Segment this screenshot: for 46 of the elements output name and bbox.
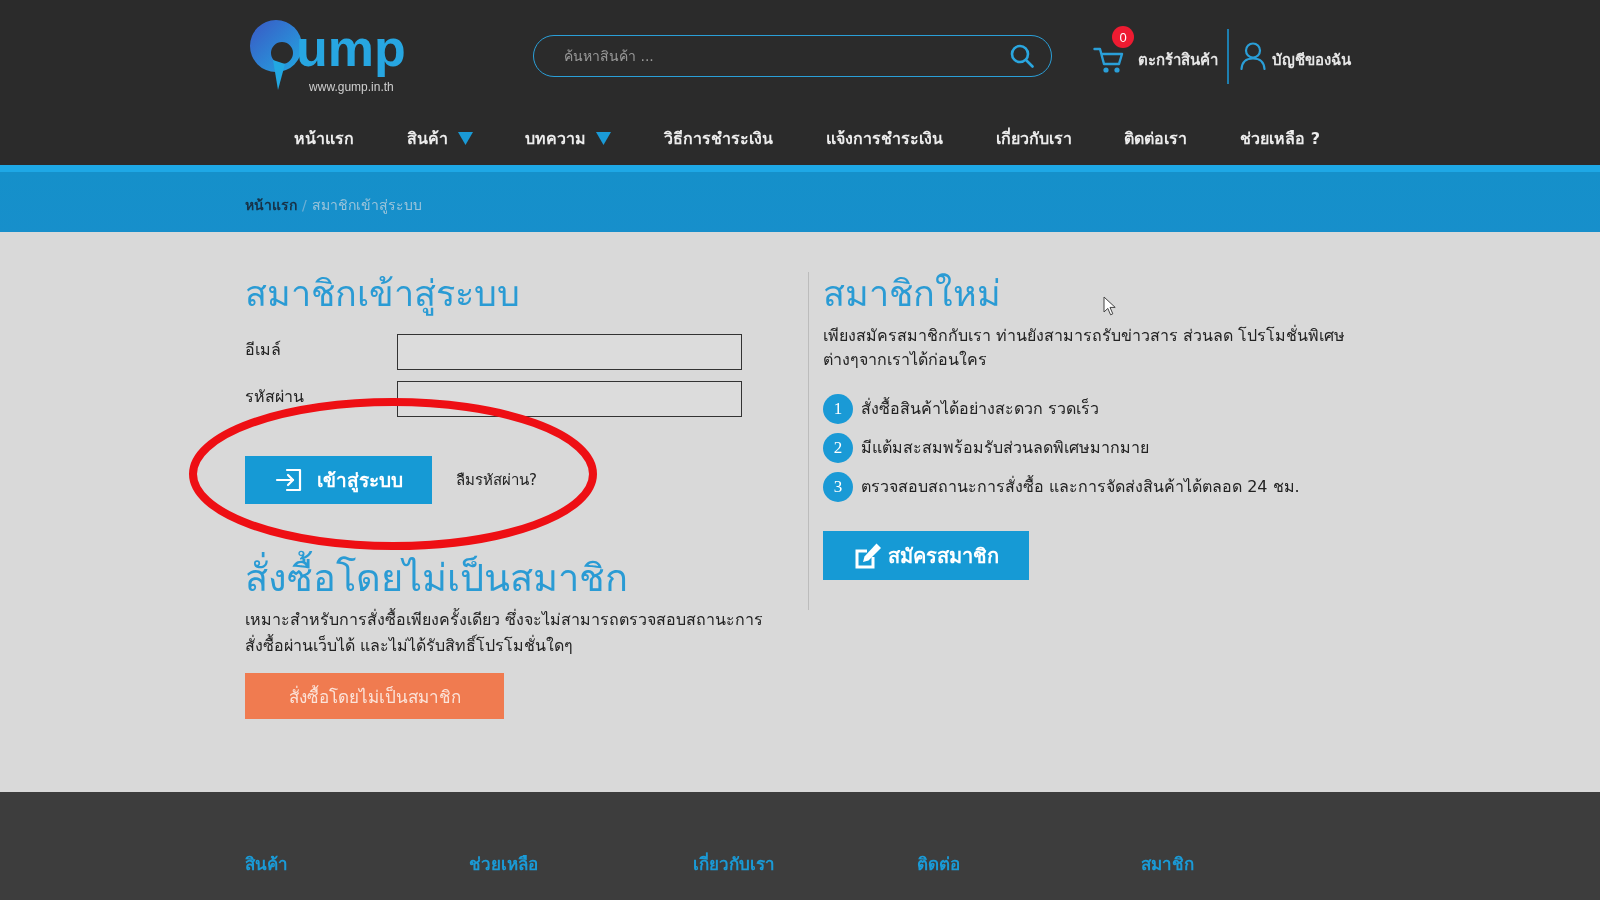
mouse-pointer-icon	[1103, 296, 1117, 316]
footer-heading: ติดต่อ	[917, 853, 960, 876]
nav-link[interactable]: หน้าแรก	[294, 126, 354, 151]
field-label: รหัสผ่าน	[245, 386, 305, 408]
footer-heading: เกี่ยวกับเรา	[693, 851, 775, 876]
guest-description: เหมาะสำหรับการสั่งซื้อเพียงครั้งเดียว ซึ่งจะไม่สามารถตรวจสอบสถานะการสั่งซื้อผ่านเว็บได้ และไม่ได้รับสิทธิ์โปรโมชั่นใดๆ	[245, 607, 765, 657]
nav-link[interactable]: แจ้งการชำระเงิน	[825, 126, 943, 151]
register-description: เพียงสมัครสมาชิกกับเรา ท่านยังสามารถรับข่าวสาร ส่วนลด โปรโมชั่นพิเศษต่างๆจากเราได้ก่อนใคร	[823, 324, 1347, 371]
footer-heading: สมาชิก	[1141, 853, 1194, 876]
cart-icon[interactable]	[1093, 46, 1125, 74]
breadcrumb-separator: /	[302, 196, 307, 213]
benefit-text: สั่งซื้อสินค้าได้อย่างสะดวก รวดเร็ว	[861, 396, 1100, 420]
breadcrumb-current: สมาชิกเข้าสู่ระบบ	[311, 195, 422, 216]
caret-down-icon[interactable]	[457, 132, 473, 145]
user-icon[interactable]	[1240, 42, 1266, 70]
nav-link[interactable]: เกี่ยวกับเรา	[995, 126, 1072, 151]
benefit-text: มีแต้มสะสมพร้อมรับส่วนลดพิเศษมากมาย	[861, 437, 1149, 459]
field-label: อีเมล์	[245, 339, 282, 361]
cart-link[interactable]: ตะกร้าสินค้า	[1138, 48, 1218, 72]
account-link[interactable]: บัญชีของฉัน	[1272, 48, 1351, 72]
nav-link[interactable]: สินค้า	[406, 126, 473, 151]
logo-url: www.gump.in.th	[309, 80, 394, 94]
search-field[interactable]: ค้นหาสินค้า ...	[533, 35, 1052, 77]
forgot-password-link[interactable]: ลืมรหัสผ่าน?	[456, 468, 537, 492]
nav-link[interactable]: วิธีการชำระเงิน	[664, 126, 774, 151]
section-title: สมาชิกใหม่	[823, 272, 1001, 316]
caret-down-icon[interactable]	[596, 132, 612, 145]
search-icon[interactable]	[1010, 44, 1034, 68]
input-field[interactable]	[397, 381, 742, 417]
step-number: 1	[823, 393, 853, 424]
nav-link[interactable]: ช่วยเหลือ ?	[1240, 126, 1320, 151]
nav-link[interactable]: ติดต่อเรา	[1124, 126, 1188, 151]
cart-count-badge: 0	[1112, 26, 1134, 48]
section-title: สมาชิกเข้าสู่ระบบ	[245, 272, 520, 317]
footer-heading: ช่วยเหลือ	[469, 853, 538, 876]
breadcrumb-link[interactable]: หน้าแรก	[245, 193, 297, 216]
input-field[interactable]	[397, 334, 742, 370]
nav-link[interactable]: บทความ	[525, 126, 612, 151]
logo-wordmark[interactable]: ump	[296, 16, 406, 80]
step-number: 3	[823, 471, 853, 502]
benefit-text: ตรวจสอบสถานะการสั่งซื้อ และการจัดส่งสินค้าได้ตลอด 24 ชม.	[861, 474, 1300, 498]
section-title: สั่งซื้อโดยไม่เป็นสมาชิก	[245, 549, 628, 607]
step-number: 2	[823, 432, 853, 463]
sign-in-icon	[274, 468, 303, 492]
footer-heading: สินค้า	[245, 853, 288, 876]
edit-icon	[853, 541, 882, 570]
